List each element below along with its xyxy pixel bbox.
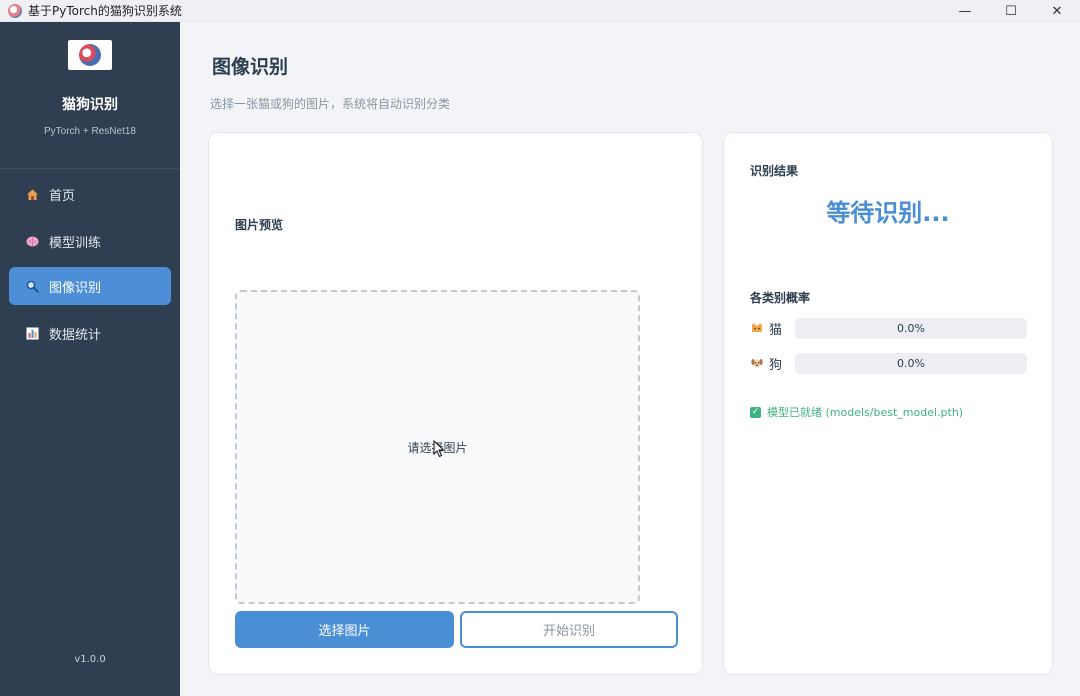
image-dropzone[interactable]: 请选择图片 bbox=[235, 290, 640, 604]
window-titlebar: 基于PyTorch的猫狗识别系统 — ☐ ✕ bbox=[0, 0, 1080, 22]
model-status: ✓ 模型已就绪 (models/best_model.pth) bbox=[750, 404, 963, 420]
logo-mark-icon bbox=[79, 44, 101, 66]
sidebar-item-label: 首页 bbox=[49, 188, 76, 204]
model-status-text: 模型已就绪 (models/best_model.pth) bbox=[767, 406, 964, 419]
result-value: 等待识别... bbox=[826, 199, 950, 227]
probability-row-dog: 狗 0.0% bbox=[750, 352, 1030, 374]
home-icon bbox=[25, 188, 39, 201]
page-title: 图像识别 bbox=[212, 56, 289, 78]
mouse-cursor-icon bbox=[433, 440, 445, 458]
brand-subtitle: PyTorch + ResNet18 bbox=[44, 126, 136, 137]
preview-card: 图片预览 请选择图片 选择图片 开始识别 bbox=[208, 132, 703, 675]
version-label: v1.0.0 bbox=[74, 654, 106, 665]
search-icon bbox=[25, 280, 39, 293]
probability-bar: 0.0% bbox=[795, 317, 1027, 339]
sidebar-item-statistics[interactable]: 数据统计 bbox=[9, 314, 171, 352]
sidebar-item-label: 模型训练 bbox=[49, 235, 102, 251]
bar-chart-icon bbox=[25, 326, 39, 340]
sidebar-item-training[interactable]: 模型训练 bbox=[9, 222, 171, 260]
check-icon: ✓ bbox=[750, 406, 761, 418]
page-subtitle: 选择一张猫或狗的图片，系统将自动识别分类 bbox=[210, 97, 451, 111]
sidebar-item-recognition[interactable]: 图像识别 bbox=[9, 267, 171, 305]
sidebar-item-label: 数据统计 bbox=[49, 327, 102, 343]
window-title: 基于PyTorch的猫狗识别系统 bbox=[28, 4, 182, 18]
probability-row-cat: 猫 0.0% bbox=[750, 317, 1030, 339]
brain-icon bbox=[25, 235, 39, 248]
start-recognition-button[interactable]: 开始识别 bbox=[460, 611, 678, 648]
sidebar-item-label: 图像识别 bbox=[49, 280, 102, 296]
brand-title: 猫狗识别 bbox=[62, 97, 118, 113]
class-name: 猫 bbox=[769, 322, 783, 338]
app-logo bbox=[68, 40, 112, 70]
app-icon bbox=[8, 3, 22, 18]
result-label: 识别结果 bbox=[750, 164, 799, 178]
probability-text: 0.0% bbox=[897, 321, 925, 335]
result-card: 识别结果 等待识别... 各类别概率 猫 0.0% 狗 0.0% ✓ 模型已就绪… bbox=[723, 132, 1053, 675]
class-name: 狗 bbox=[769, 357, 783, 373]
dog-icon bbox=[750, 356, 764, 370]
select-image-button[interactable]: 选择图片 bbox=[235, 611, 454, 648]
sidebar: 猫狗识别 PyTorch + ResNet18 首页 模型训练 图像识别 数据统… bbox=[0, 22, 180, 696]
close-icon[interactable]: ✕ bbox=[1034, 0, 1080, 22]
preview-label: 图片预览 bbox=[235, 218, 284, 232]
probability-bar: 0.0% bbox=[795, 352, 1027, 374]
sidebar-divider bbox=[0, 168, 180, 169]
probability-text: 0.0% bbox=[897, 356, 925, 370]
sidebar-item-home[interactable]: 首页 bbox=[9, 175, 171, 213]
maximize-icon[interactable]: ☐ bbox=[988, 0, 1034, 22]
probability-label: 各类别概率 bbox=[750, 291, 811, 305]
window-controls: — ☐ ✕ bbox=[942, 0, 1080, 22]
minimize-icon[interactable]: — bbox=[942, 0, 988, 22]
cat-icon bbox=[750, 321, 764, 335]
